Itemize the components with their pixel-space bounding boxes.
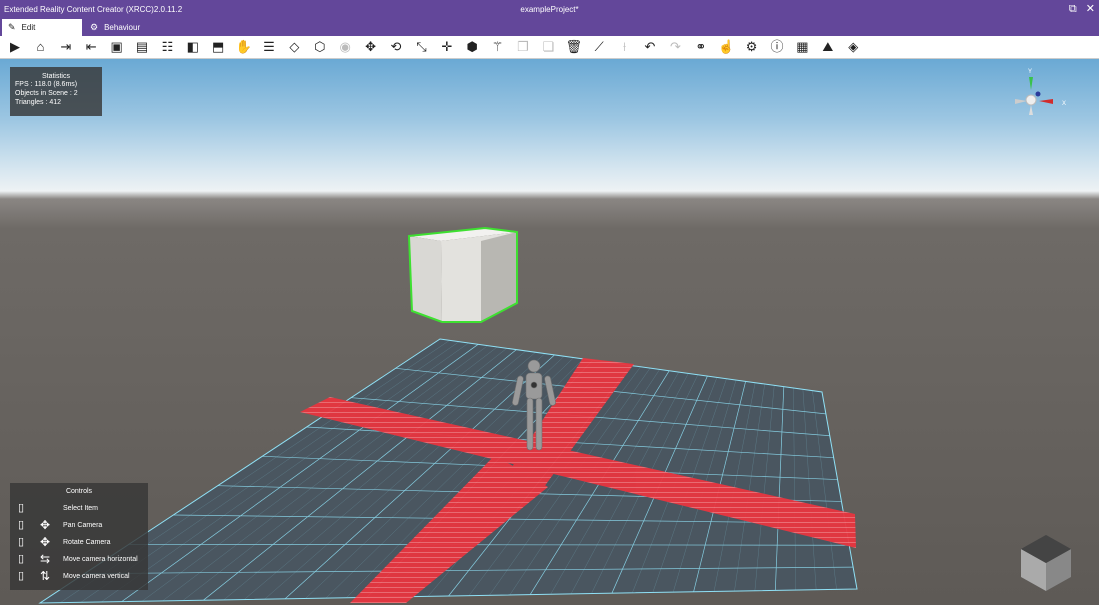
mouse-icon: ▯ [18, 553, 25, 565]
mouse-icon: ▯ [18, 536, 25, 548]
scene-3d [38, 226, 858, 604]
cube-add-icon[interactable]: ⬡ [311, 38, 329, 56]
box-icon[interactable]: ◧ [184, 38, 202, 56]
home-icon[interactable]: ⌂ [31, 38, 49, 56]
move-icon[interactable]: ✥ [362, 38, 380, 56]
delete-icon[interactable]: 🗑 [565, 38, 583, 56]
pan-icon: ✥ [40, 518, 51, 532]
hand-icon[interactable]: ✋ [235, 38, 253, 56]
save-as-icon[interactable]: ▤ [133, 38, 151, 56]
snap-icon[interactable]: ⟊ [616, 38, 634, 56]
eye-icon[interactable]: ◉ [336, 38, 354, 56]
link-icon[interactable]: ⚭ [692, 38, 710, 56]
gizmo-x-label: X [1062, 101, 1066, 107]
play-icon[interactable]: ▶ [6, 38, 24, 56]
statistics-title: Statistics [41, 73, 70, 80]
gizmo-y-axis[interactable] [1029, 77, 1033, 90]
info-icon[interactable]: ⓘ [768, 38, 786, 56]
wand-icon[interactable]: ⚚ [489, 38, 507, 56]
terrain-icon[interactable]: ⛰ [819, 38, 837, 56]
triangles-count: Triangles : 412 [15, 99, 62, 106]
control-label: Move camera vertical [63, 573, 130, 580]
control-label: Select Item [63, 505, 99, 512]
tab-behaviour[interactable]: ⚙ Behaviour [84, 19, 174, 36]
tab-edit-label: Edit [21, 23, 36, 32]
gizmo-y-label: Y [1028, 69, 1032, 75]
gizmo-x-axis[interactable] [1039, 99, 1053, 104]
statistics-panel: Statistics FPS : 118.0 (8.6ms) Objects i… [10, 67, 102, 116]
gizmo-center[interactable] [1025, 94, 1037, 106]
document-title: exampleProject* [520, 5, 579, 14]
controls-title: Controls [65, 488, 93, 495]
control-pan-camera: ▯ ✥ Pan Camera [16, 518, 146, 534]
mouse-icon: ▯ [18, 502, 25, 514]
export-icon[interactable]: ⇤ [82, 38, 100, 56]
control-move-vertical: ▯ ⇅ Move camera vertical [16, 569, 146, 585]
control-move-horizontal: ▯ ⇆ Move camera horizontal [16, 552, 146, 568]
gizmo-neg-y-axis[interactable] [1029, 105, 1033, 115]
transform-icon[interactable]: ✛ [438, 38, 456, 56]
horizontal-move-icon: ⇆ [40, 552, 51, 566]
copy-icon[interactable]: ❐ [514, 38, 532, 56]
redo-icon[interactable]: ↷ [666, 38, 684, 56]
control-label: Pan Camera [63, 522, 103, 529]
tab-bar: ✎ Edit ⚙ Behaviour [0, 19, 1099, 36]
mouse-icon: ▯ [18, 519, 25, 531]
object-icon[interactable]: ⬢ [463, 38, 481, 56]
fps-readout: FPS : 118.0 (8.6ms) [15, 81, 78, 88]
restore-icon[interactable]: ⧉ [1069, 3, 1077, 15]
unity-icon[interactable]: ◈ [844, 38, 862, 56]
objects-count: Objects in Scene : 2 [15, 90, 78, 97]
package-icon[interactable]: ⬒ [209, 38, 227, 56]
scale-icon[interactable]: ⤡ [412, 38, 430, 56]
toolbar: ▶ ⌂ ⇥ ⇤ ▣ ▤ ☷ ◧ ⬒ ✋ ☰ ◇ ⬡ ◉ ✥ ⟲ ⤡ ✛ ⬢ ⚚ ❐ ❏ 🗑 ⟋ ⟊ ↶ ↷ ⚭ ☝ ⚙ ⓘ ▦ ⛰ ◈ [0, 36, 1099, 59]
gizmo-z-axis[interactable] [1035, 91, 1041, 97]
selected-cube[interactable] [407, 226, 518, 323]
xrcc-logo-icon [1021, 535, 1071, 591]
mouse-icon: ▯ [18, 570, 25, 582]
vertical-move-icon: ⇅ [40, 569, 51, 583]
hierarchy-icon[interactable]: ☷ [158, 38, 176, 56]
undo-icon[interactable]: ↶ [641, 38, 659, 56]
control-rotate-camera: ▯ ✥ Rotate Camera [16, 535, 146, 551]
rotate-camera-icon: ✥ [40, 535, 51, 549]
import-icon[interactable]: ⇥ [57, 38, 75, 56]
gizmo-neg-x-axis[interactable] [1015, 99, 1027, 104]
controls-panel: Controls ▯ Select Item ▯ ✥ Pan Camera ▯ … [10, 483, 148, 590]
tab-edit[interactable]: ✎ Edit [2, 19, 82, 36]
gear-icon: ⚙ [90, 22, 99, 32]
edit-icon: ✎ [8, 22, 16, 32]
title-bar: Extended Reality Content Creator (XRCC)2… [0, 0, 1099, 19]
close-icon[interactable]: ✕ [1086, 3, 1095, 15]
user-list-icon[interactable]: ☰ [260, 38, 278, 56]
cube-outline-icon[interactable]: ◇ [285, 38, 303, 56]
measure-icon[interactable]: ⟋ [590, 38, 608, 56]
touch-icon[interactable]: ☝ [717, 38, 735, 56]
clipboard-icon[interactable]: ▦ [793, 38, 811, 56]
rotate-icon[interactable]: ⟲ [387, 38, 405, 56]
paste-icon[interactable]: ❏ [539, 38, 557, 56]
orientation-gizmo[interactable]: Y X [1009, 63, 1069, 123]
control-label: Move camera horizontal [63, 556, 138, 563]
tab-behaviour-label: Behaviour [104, 23, 141, 32]
save-icon[interactable]: ▣ [108, 38, 126, 56]
settings-icon[interactable]: ⚙ [743, 38, 761, 56]
control-label: Rotate Camera [63, 539, 111, 546]
control-select-item: ▯ Select Item [16, 501, 146, 517]
scene-viewport[interactable]: Statistics FPS : 118.0 (8.6ms) Objects i… [0, 59, 1099, 605]
